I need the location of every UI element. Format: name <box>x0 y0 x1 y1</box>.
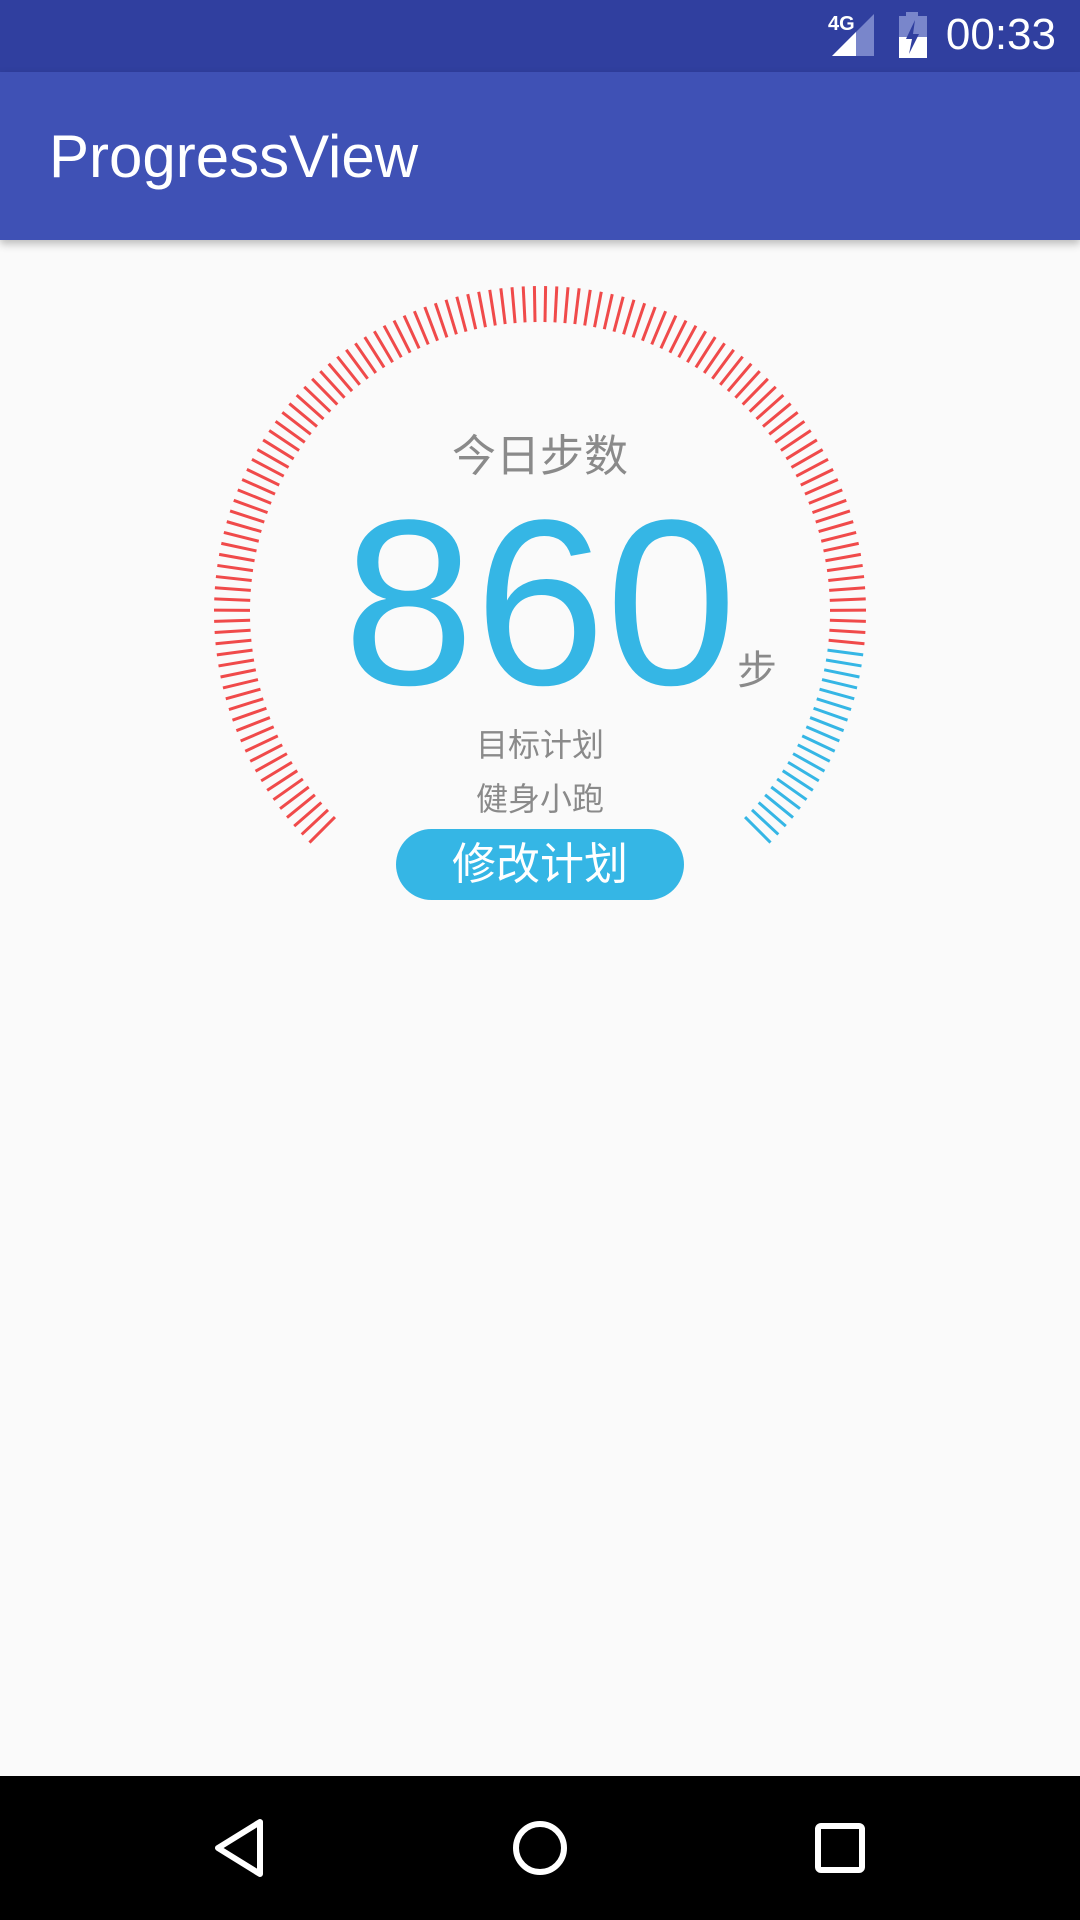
gauge-tick-done <box>477 291 487 328</box>
navigation-bar <box>0 1776 1080 1920</box>
app-bar: ProgressView <box>0 72 1080 240</box>
gauge-tick-done <box>741 377 769 406</box>
recents-icon[interactable] <box>804 1812 876 1884</box>
gauge-tick-done <box>521 286 527 323</box>
gauge-tick-done <box>433 302 449 338</box>
gauge-tick-done <box>303 385 332 413</box>
gauge-tick-done <box>583 289 592 326</box>
battery-charging-icon <box>899 12 927 58</box>
gauge-tick-done <box>719 355 744 386</box>
gauge-tick-done <box>532 286 537 323</box>
gauge-tick-remaining <box>744 816 772 844</box>
gauge-tick-done <box>748 385 777 413</box>
gauge-tick-done <box>423 306 439 342</box>
gauge-tick-done <box>734 370 761 399</box>
gauge-tick-done <box>510 287 517 324</box>
gauge-tick-done <box>726 362 753 393</box>
back-icon[interactable] <box>204 1812 276 1884</box>
gauge-tick-done <box>622 299 636 335</box>
gauge-tick-done <box>336 355 361 386</box>
gauge-tick-done <box>593 291 603 328</box>
gauge-tick-done <box>553 286 559 323</box>
clock: 00:33 <box>945 10 1056 59</box>
gauge-tick-done <box>563 287 570 324</box>
gauge-tick-done <box>612 296 625 332</box>
gauge-tick-done <box>455 296 468 332</box>
signal-icon: 4G <box>828 13 874 56</box>
app-title: ProgressView <box>49 123 419 190</box>
gauge-tick-done <box>488 289 497 326</box>
svg-text:4G: 4G <box>828 13 855 35</box>
gauge-tick-done <box>444 299 458 335</box>
status-bar: 4G 00:33 <box>0 0 1080 72</box>
goal-label: 目标计划 <box>475 726 604 764</box>
gauge-tick-done <box>319 370 346 399</box>
step-unit: 步 <box>737 648 777 694</box>
edit-plan-button[interactable]: 修改计划 <box>396 829 684 900</box>
step-count: 860 <box>343 471 737 735</box>
gauge-tick-done <box>311 377 339 406</box>
gauge-tick-done <box>295 393 325 421</box>
gauge-tick-done <box>499 288 507 325</box>
gauge-tick-done <box>466 293 478 330</box>
gauge-tick-done <box>641 306 657 342</box>
home-icon[interactable] <box>504 1812 576 1884</box>
gauge-tick-done <box>573 288 581 325</box>
gauge-tick-done <box>631 302 647 338</box>
gauge-tick-done <box>327 362 354 393</box>
gauge-tick-done <box>755 393 785 421</box>
gauge-tick-done <box>602 293 614 330</box>
goal-name: 健身小跑 <box>475 780 604 818</box>
gauge-tick-done <box>543 286 548 323</box>
gauge-tick-done <box>308 816 336 844</box>
